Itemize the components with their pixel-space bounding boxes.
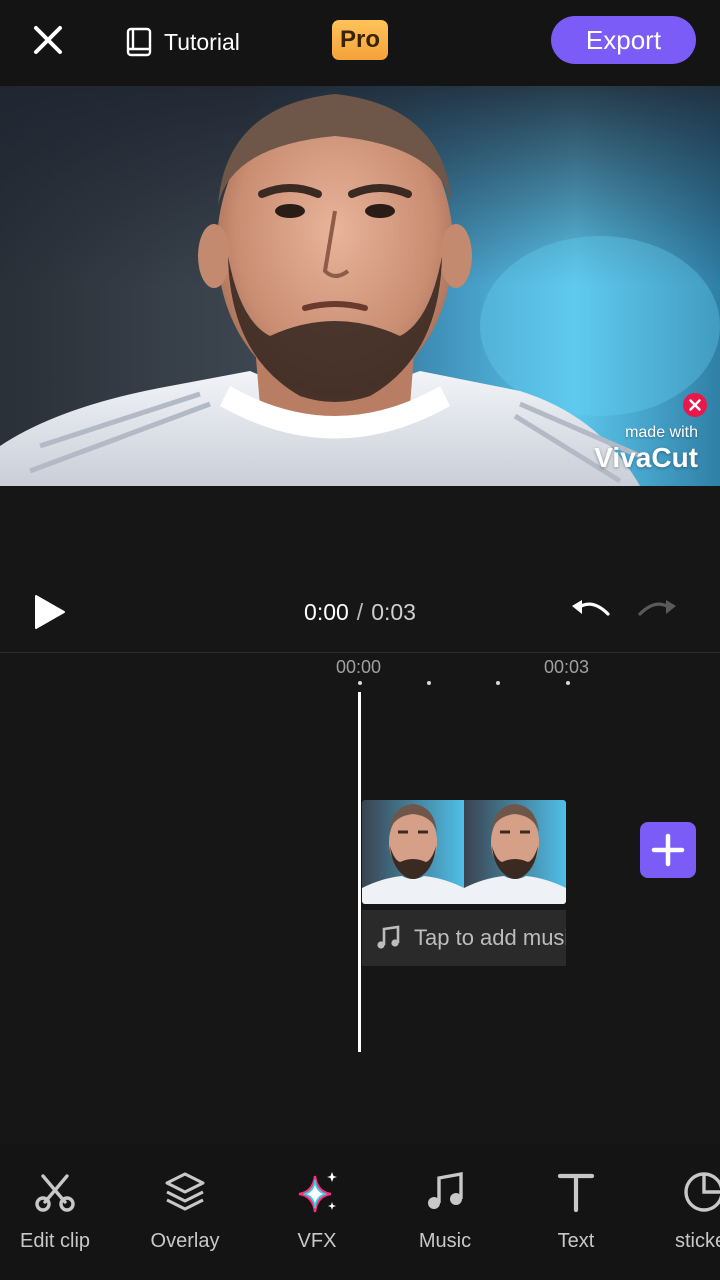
text-icon (557, 1173, 595, 1213)
close-icon (34, 26, 62, 54)
total-time: 0:03 (371, 599, 416, 625)
video-clip[interactable] (362, 800, 566, 904)
tool-label: Edit clip (19, 1230, 91, 1252)
tool-music[interactable]: Music (385, 1144, 505, 1280)
clip-thumbnails (362, 800, 566, 904)
book-icon (126, 27, 152, 57)
add-clip-button[interactable] (640, 822, 696, 878)
ruler-start-label: 00:00 (336, 657, 382, 677)
pro-badge[interactable]: Pro (332, 20, 388, 60)
tool-text[interactable]: Text (516, 1144, 636, 1280)
timecode: 0:00 / 0:03 (0, 572, 720, 652)
export-button[interactable]: Export (551, 16, 696, 64)
editor-screen: Tutorial Pro Export made with VivaCut 0:… (0, 0, 720, 1280)
ruler-tick (566, 681, 570, 685)
preview-image (0, 86, 720, 486)
tool-label: VFX (297, 1230, 337, 1252)
plus-icon (651, 833, 685, 867)
tool-label: sticker (675, 1230, 720, 1252)
ruler-end-label: 00:03 (544, 657, 590, 677)
ruler-tick (358, 681, 362, 685)
tool-vfx[interactable]: VFX (257, 1144, 377, 1280)
tool-label: Music (418, 1230, 472, 1252)
sparkle-icon (298, 1172, 337, 1213)
tool-label: Text (557, 1230, 595, 1252)
redo-button[interactable] (636, 596, 678, 628)
playhead[interactable] (358, 692, 361, 1052)
tool-label: Overlay (150, 1230, 220, 1252)
scissors-icon (35, 1174, 75, 1212)
sticker-icon (684, 1172, 720, 1212)
time-separator: / (356, 599, 364, 625)
watermark-close-icon[interactable] (682, 392, 708, 418)
video-preview[interactable]: made with VivaCut (0, 86, 720, 486)
layers-icon (165, 1172, 205, 1211)
tutorial-button[interactable]: Tutorial (124, 22, 240, 62)
add-music-track[interactable]: Tap to add music (362, 910, 566, 966)
watermark-brand: VivaCut (594, 442, 698, 473)
thumbnail-frame (362, 800, 464, 904)
watermark-made-with: made with (625, 424, 698, 441)
music-prompt: Tap to add music (414, 925, 566, 950)
music-note-icon (428, 1171, 463, 1209)
tool-overlay[interactable]: Overlay (125, 1144, 245, 1280)
controls-divider (0, 652, 720, 653)
close-button[interactable] (26, 18, 70, 62)
top-bar: Tutorial Pro Export (0, 0, 720, 86)
redo-icon (638, 600, 676, 616)
playback-controls: 0:00 / 0:03 (0, 572, 720, 652)
undo-button[interactable] (570, 596, 612, 628)
thumbnail-frame (464, 800, 566, 904)
tutorial-label: Tutorial (164, 28, 240, 55)
ruler-tick (427, 681, 431, 685)
undo-icon (572, 600, 610, 616)
music-note-icon (377, 925, 400, 949)
tool-sticker[interactable]: sticker (646, 1144, 720, 1280)
tool-edit-clip[interactable]: Edit clip (0, 1144, 115, 1280)
current-time: 0:00 (304, 599, 349, 625)
bottom-toolbar: Edit clip Overlay VFX Music Text stick (0, 1144, 720, 1280)
ruler-tick (496, 681, 500, 685)
